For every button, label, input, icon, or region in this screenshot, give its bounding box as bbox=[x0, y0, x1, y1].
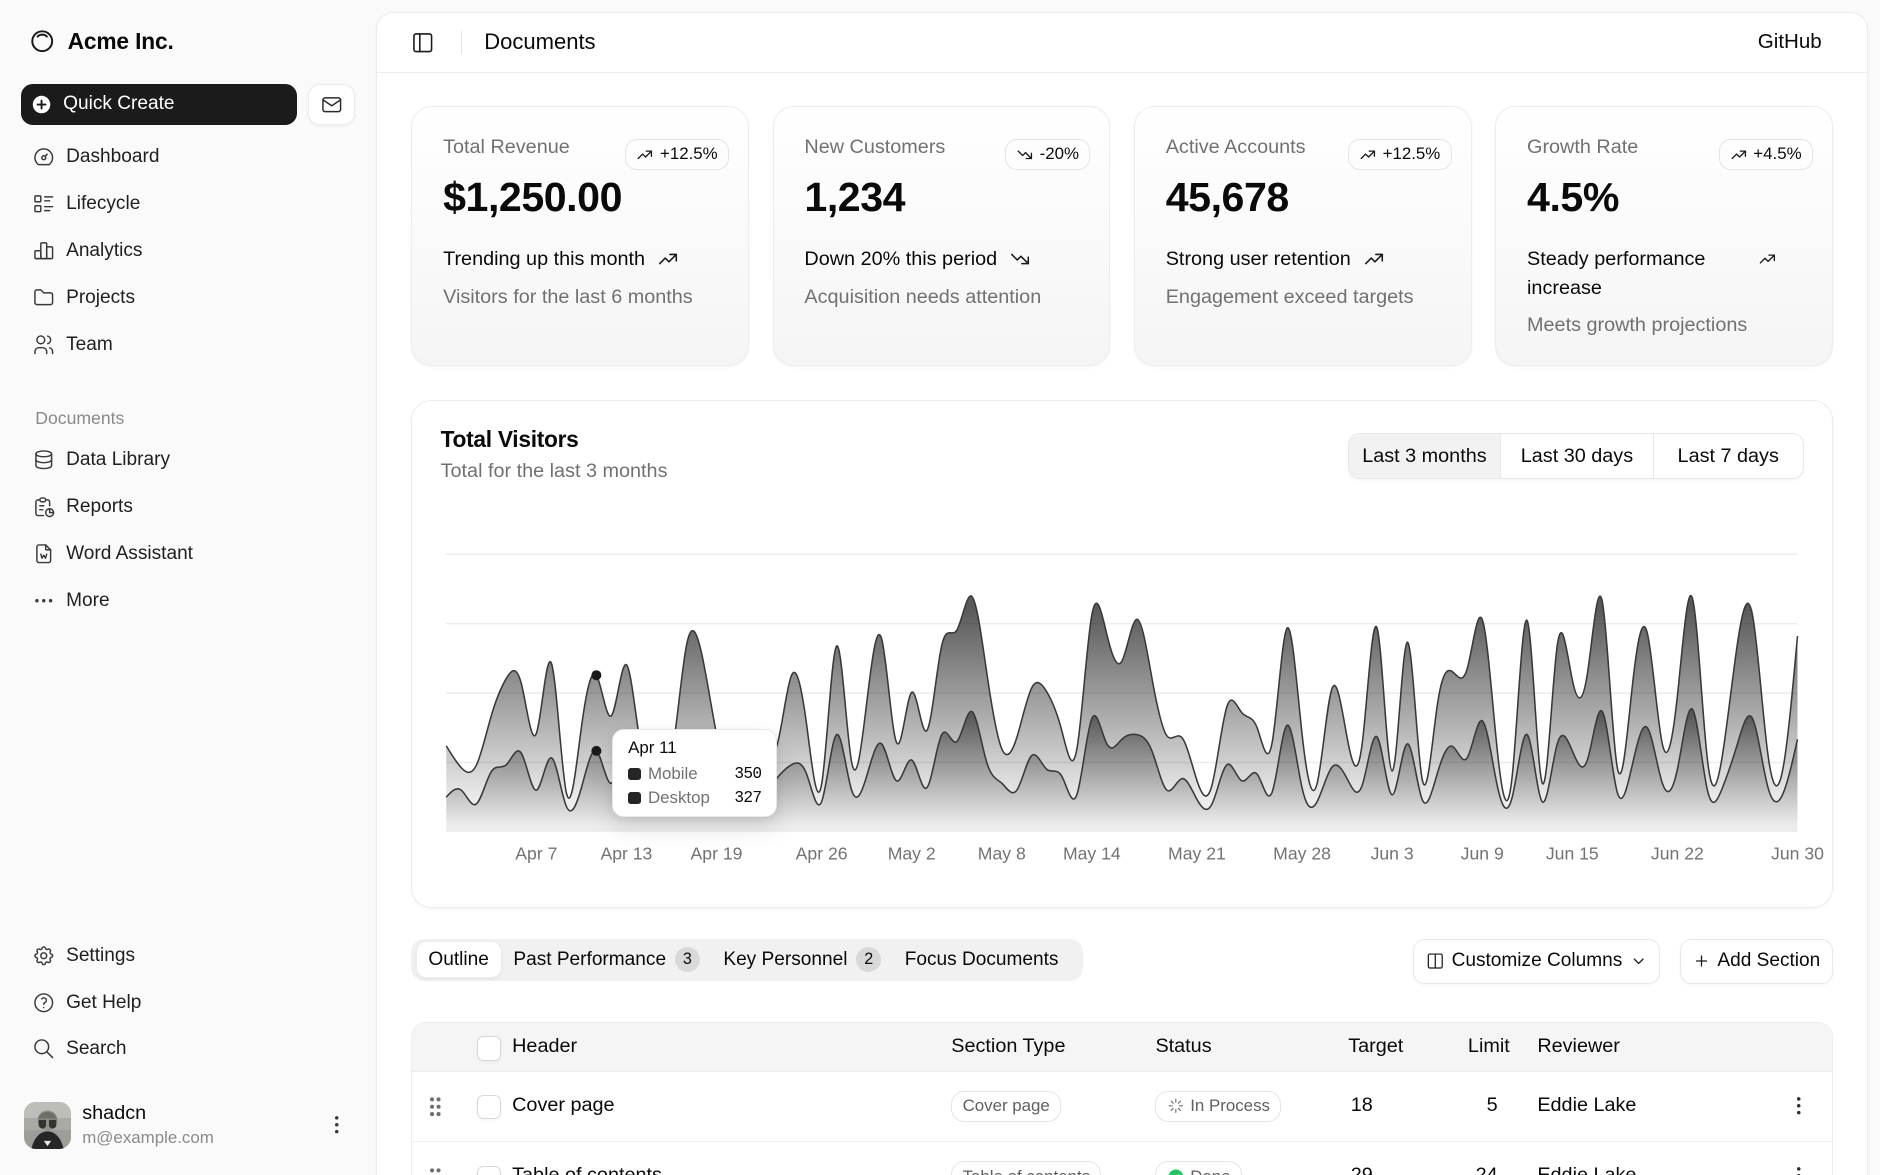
svg-text:Jun 30: Jun 30 bbox=[1771, 843, 1824, 863]
svg-text:Apr 26: Apr 26 bbox=[796, 843, 848, 863]
svg-text:Jun 15: Jun 15 bbox=[1546, 843, 1599, 863]
svg-text:Jun 3: Jun 3 bbox=[1371, 843, 1414, 863]
svg-text:May 14: May 14 bbox=[1063, 843, 1121, 863]
svg-text:Apr 13: Apr 13 bbox=[601, 843, 653, 863]
svg-text:Apr 19: Apr 19 bbox=[691, 843, 743, 863]
svg-text:May 2: May 2 bbox=[888, 843, 936, 863]
svg-text:May 28: May 28 bbox=[1273, 843, 1331, 863]
svg-text:Apr 7: Apr 7 bbox=[516, 843, 558, 863]
svg-text:Jun 22: Jun 22 bbox=[1651, 843, 1704, 863]
svg-text:Jun 9: Jun 9 bbox=[1461, 843, 1504, 863]
svg-text:May 21: May 21 bbox=[1168, 843, 1226, 863]
svg-text:May 8: May 8 bbox=[978, 843, 1026, 863]
